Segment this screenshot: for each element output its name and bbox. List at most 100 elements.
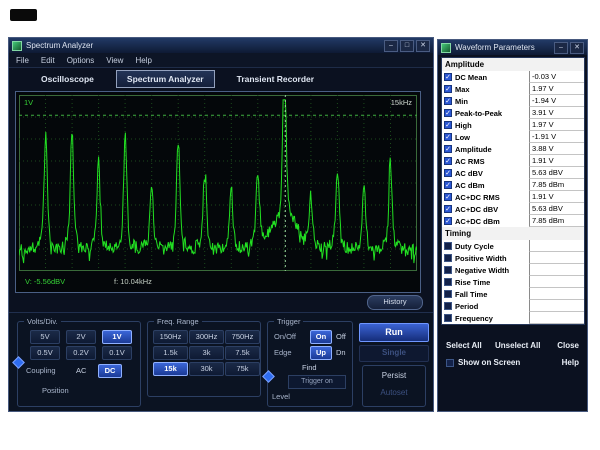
menu-help[interactable]: Help — [135, 56, 151, 65]
trigger-level-label: Level — [272, 392, 290, 401]
tab-oscilloscope[interactable]: Oscilloscope — [31, 71, 104, 87]
main-titlebar[interactable]: Spectrum Analyzer –□✕ — [9, 38, 433, 53]
param-checkbox-frequency[interactable] — [444, 314, 452, 322]
params-titlebar[interactable]: Waveform Parameters –✕ — [438, 40, 587, 55]
section-header-amplitude: Amplitude — [442, 58, 584, 71]
menu-view[interactable]: View — [106, 56, 123, 65]
param-checkbox-ac-dc-rms[interactable]: ✓ — [444, 193, 452, 201]
param-value: 7.85 dBm — [529, 215, 584, 227]
tab-transient-recorder[interactable]: Transient Recorder — [227, 71, 324, 87]
position-label: Position — [42, 386, 69, 395]
desktop: Spectrum Analyzer –□✕ FileEditOptionsVie… — [0, 0, 600, 450]
freqrange-15k[interactable]: 15k — [153, 362, 188, 376]
voltsdiv-5v[interactable]: 5V — [30, 330, 60, 344]
trigger-off-button[interactable]: Off — [336, 332, 346, 341]
trigger-source-select[interactable]: Trigger on — [288, 375, 346, 389]
freqrange-3k[interactable]: 3k — [189, 346, 224, 360]
run-button[interactable]: Run — [359, 323, 429, 342]
param-value: 1.97 V — [529, 83, 584, 95]
param-checkbox-dc-mean[interactable]: ✓ — [444, 73, 452, 81]
freqrange-75k[interactable]: 75k — [225, 362, 260, 376]
freqrange-30k[interactable]: 30k — [189, 362, 224, 376]
param-row-duty-cycle: Duty Cycle — [442, 240, 584, 252]
param-checkbox-peak-to-peak[interactable]: ✓ — [444, 109, 452, 117]
param-checkbox-period[interactable] — [444, 302, 452, 310]
param-value — [529, 288, 584, 300]
tab-spectrum-analyzer[interactable]: Spectrum Analyzer — [116, 70, 215, 88]
param-checkbox-ac-dbv[interactable]: ✓ — [444, 169, 452, 177]
freqrange-1-5k[interactable]: 1.5k — [153, 346, 188, 360]
param-checkbox-max[interactable]: ✓ — [444, 85, 452, 93]
param-value: -1.91 V — [529, 131, 584, 143]
param-checkbox-rise-time[interactable] — [444, 278, 452, 286]
param-row-high: ✓High1.97 V — [442, 119, 584, 131]
coupling-ac-option[interactable]: AC — [76, 366, 86, 375]
param-checkbox-ac-rms[interactable]: ✓ — [444, 157, 452, 165]
main-minimize-button[interactable]: – — [384, 40, 398, 52]
help-button[interactable]: Help — [562, 358, 579, 367]
trigger-on-button[interactable]: On — [310, 330, 332, 344]
param-checkbox-negative-width[interactable] — [444, 266, 452, 274]
param-label: AC+DC dBV — [455, 205, 498, 214]
param-checkbox-amplitude[interactable]: ✓ — [444, 145, 452, 153]
volts-per-div-label: 1V — [24, 98, 33, 107]
trigger-edge-dn-button[interactable]: Dn — [336, 348, 346, 357]
voltsdiv-0-5v[interactable]: 0.5V — [30, 346, 60, 360]
persist-button[interactable]: Persist — [363, 371, 425, 380]
param-checkbox-ac-dc-dbv[interactable]: ✓ — [444, 205, 452, 213]
freqrange-750hz[interactable]: 750Hz — [225, 330, 260, 344]
spectrum-plot[interactable] — [19, 95, 417, 271]
position-slider[interactable] — [12, 356, 25, 369]
trigger-find-button[interactable]: Find — [302, 363, 317, 372]
param-checkbox-duty-cycle[interactable] — [444, 242, 452, 250]
params-window-controls: –✕ — [554, 42, 587, 54]
coupling-dc-option[interactable]: DC — [98, 364, 122, 378]
param-row-ac-dc-dbm: ✓AC+DC dBm7.85 dBm — [442, 215, 584, 227]
menu-edit[interactable]: Edit — [41, 56, 55, 65]
param-checkbox-positive-width[interactable] — [444, 254, 452, 262]
param-checkbox-min[interactable]: ✓ — [444, 97, 452, 105]
param-checkbox-low[interactable]: ✓ — [444, 133, 452, 141]
param-checkbox-fall-time[interactable] — [444, 290, 452, 298]
param-row-ac-rms: ✓AC RMS1.91 V — [442, 155, 584, 167]
select-all-button[interactable]: Select All — [446, 341, 482, 350]
param-label: Duty Cycle — [455, 242, 494, 251]
control-panel: Volts/Div. Coupling AC DC Position 5V2V1… — [9, 312, 433, 411]
main-close-button[interactable]: ✕ — [416, 40, 430, 52]
freq-range-group: Freq. Range 150Hz300Hz750Hz1.5k3k7.5k15k… — [147, 321, 261, 397]
voltsdiv-2v[interactable]: 2V — [66, 330, 96, 344]
param-row-period: Period — [442, 300, 584, 312]
trigger-level-slider[interactable] — [262, 370, 275, 383]
voltsdiv-1v[interactable]: 1V — [102, 330, 132, 344]
unselect-all-button[interactable]: Unselect All — [495, 341, 541, 350]
history-button[interactable]: History — [367, 295, 423, 310]
param-row-peak-to-peak: ✓Peak-to-Peak3.91 V — [442, 107, 584, 119]
freqrange-300hz[interactable]: 300Hz — [189, 330, 224, 344]
autoset-button[interactable]: Autoset — [363, 388, 425, 397]
main-maximize-button[interactable]: □ — [400, 40, 414, 52]
voltsdiv-0-2v[interactable]: 0.2V — [66, 346, 96, 360]
params-minimize-button[interactable]: – — [554, 42, 568, 54]
cursor-voltage-readout: V: -5.56dBV — [25, 277, 65, 286]
menu-file[interactable]: File — [16, 56, 29, 65]
param-checkbox-ac-dc-dbm[interactable]: ✓ — [444, 217, 452, 225]
freq-range-group-label: Freq. Range — [154, 317, 202, 326]
persist-group: Persist Autoset — [362, 365, 426, 407]
voltsdiv-0-1v[interactable]: 0.1V — [102, 346, 132, 360]
param-checkbox-high[interactable]: ✓ — [444, 121, 452, 129]
param-label: DC Mean — [455, 73, 487, 82]
close-button[interactable]: Close — [557, 341, 579, 350]
param-checkbox-ac-dbm[interactable]: ✓ — [444, 181, 452, 189]
params-icon — [441, 43, 451, 53]
freqrange-7-5k[interactable]: 7.5k — [225, 346, 260, 360]
menu-options[interactable]: Options — [67, 56, 95, 65]
param-row-low: ✓Low -1.91 V — [442, 131, 584, 143]
param-label: Low — [455, 133, 470, 142]
trigger-edge-up-button[interactable]: Up — [310, 346, 332, 360]
single-button[interactable]: Single — [359, 345, 429, 362]
param-value — [529, 264, 584, 276]
show-on-screen-checkbox[interactable] — [446, 359, 454, 367]
params-close-button[interactable]: ✕ — [570, 42, 584, 54]
param-value: 1.97 V — [529, 119, 584, 131]
freqrange-150hz[interactable]: 150Hz — [153, 330, 188, 344]
